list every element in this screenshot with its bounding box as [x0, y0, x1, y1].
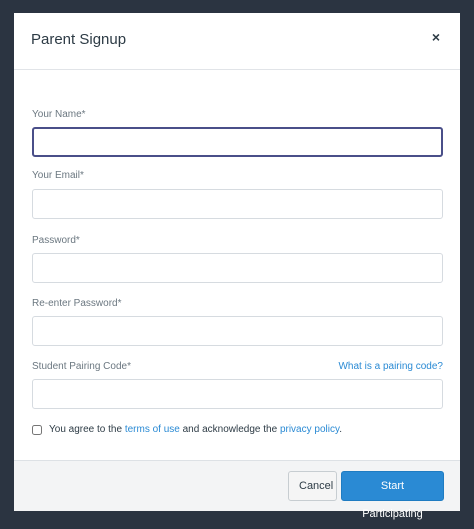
parent-signup-dialog: Parent Signup × Your Name* Your Email* P… [14, 13, 460, 520]
pairing-code-label: Student Pairing Code* [32, 361, 131, 372]
dialog-header: Parent Signup × [14, 13, 460, 70]
pairing-code-input[interactable] [32, 379, 443, 409]
dialog-footer: Cancel Start Participating [14, 460, 460, 520]
name-input[interactable] [32, 127, 443, 157]
agreement-middle: and acknowledge the [182, 424, 278, 435]
agreement-suffix: . [339, 424, 342, 435]
email-label: Your Email* [32, 170, 84, 181]
agreement-text: You agree to the terms of use and acknow… [49, 424, 342, 435]
name-label: Your Name* [32, 109, 86, 120]
agree-checkbox[interactable] [32, 425, 42, 435]
agreement-row: You agree to the terms of use and acknow… [32, 423, 443, 439]
password-label: Password* [32, 235, 80, 246]
close-icon[interactable]: × [428, 29, 444, 45]
confirm-password-label: Re-enter Password* [32, 298, 122, 309]
dialog-title: Parent Signup [31, 31, 127, 48]
confirm-password-input[interactable] [32, 316, 443, 346]
email-input[interactable] [32, 189, 443, 219]
agreement-prefix: You agree to the [49, 424, 123, 435]
terms-of-use-link[interactable]: terms of use [125, 424, 180, 435]
privacy-policy-link[interactable]: privacy policy [280, 424, 339, 435]
password-input[interactable] [32, 253, 443, 283]
cancel-button[interactable]: Cancel [288, 471, 337, 501]
pairing-code-help-link[interactable]: What is a pairing code? [338, 361, 443, 372]
start-participating-button[interactable]: Start Participating [341, 471, 444, 520]
